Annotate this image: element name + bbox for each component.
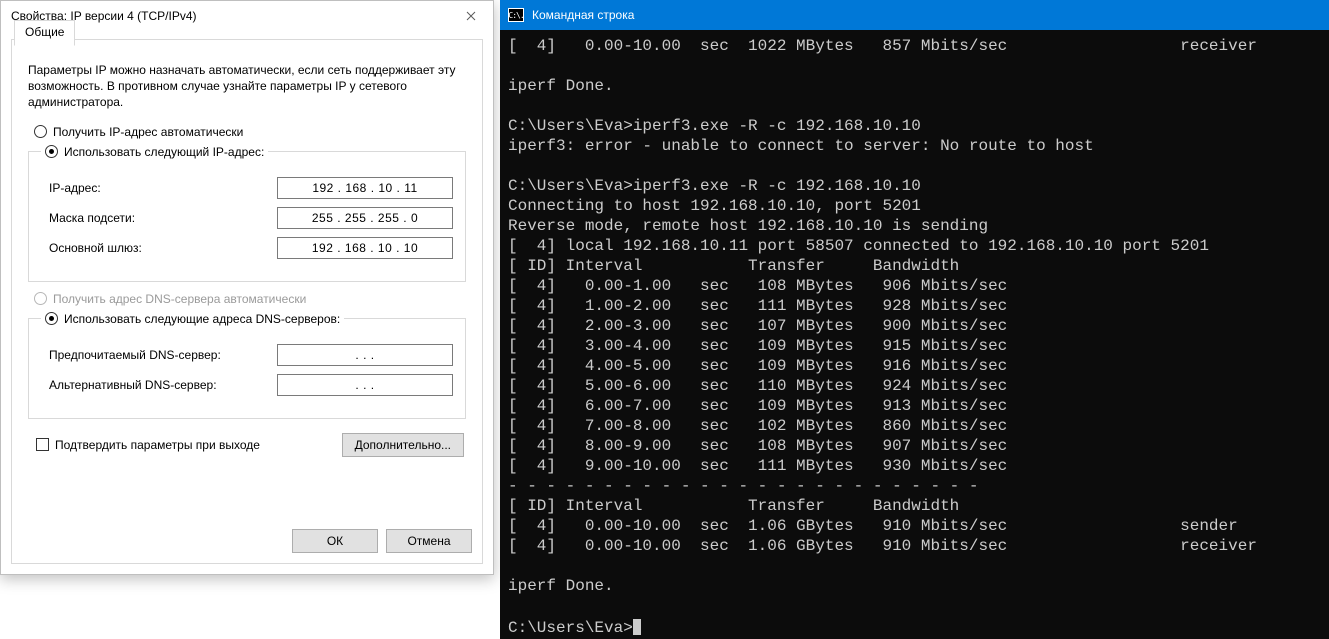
cmd-titlebar: C:\. Командная строка xyxy=(500,0,1329,30)
cmd-output[interactable]: [ 4] 0.00-10.00 sec 1022 MBytes 857 Mbit… xyxy=(500,30,1329,639)
close-icon xyxy=(466,11,476,21)
dns1-input[interactable]: . . . xyxy=(277,344,453,366)
radio-icon xyxy=(34,125,47,138)
cmd-icon: C:\. xyxy=(508,8,524,22)
subnet-mask-input[interactable]: 255 . 255 . 255 . 0 xyxy=(277,207,453,229)
radio-icon xyxy=(34,292,47,305)
radio-manual-dns-label: Использовать следующие адреса DNS-сервер… xyxy=(64,312,340,326)
gateway-input[interactable]: 192 . 168 . 10 . 10 xyxy=(277,237,453,259)
radio-auto-ip-label: Получить IP-адрес автоматически xyxy=(53,125,243,139)
subnet-mask-label: Маска подсети: xyxy=(41,211,135,225)
ip-address-input[interactable]: 192 . 168 . 10 . 11 xyxy=(277,177,453,199)
cancel-button[interactable]: Отмена xyxy=(386,529,472,553)
close-button[interactable] xyxy=(449,2,493,30)
dns2-label: Альтернативный DNS-сервер: xyxy=(41,378,217,392)
ok-button[interactable]: ОК xyxy=(292,529,378,553)
cursor xyxy=(633,619,641,635)
radio-manual-ip-label: Использовать следующий IP-адрес: xyxy=(64,145,264,159)
dialog-footer: ОК Отмена xyxy=(292,529,472,553)
confirm-checkbox-label: Подтвердить параметры при выходе xyxy=(55,438,260,452)
radio-auto-dns: Получить адрес DNS-сервера автоматически xyxy=(34,292,466,306)
radio-manual-ip[interactable]: Использовать следующий IP-адрес: xyxy=(41,145,268,159)
ip-group: Использовать следующий IP-адрес: IP-адре… xyxy=(28,145,466,282)
dialog-inner: Параметры IP можно назначать автоматичес… xyxy=(12,40,482,469)
cmd-title: Командная строка xyxy=(532,8,634,22)
tab-strip: Общие xyxy=(14,38,75,64)
ip-address-label: IP-адрес: xyxy=(41,181,101,195)
dialog-body: Общие Параметры IP можно назначать автом… xyxy=(11,39,483,564)
dns1-label: Предпочитаемый DNS-сервер: xyxy=(41,348,221,362)
gateway-label: Основной шлюз: xyxy=(41,241,142,255)
radio-auto-dns-label: Получить адрес DNS-сервера автоматически xyxy=(53,292,306,306)
dns-group: Использовать следующие адреса DNS-сервер… xyxy=(28,312,466,419)
radio-icon xyxy=(45,312,58,325)
command-prompt-window: C:\. Командная строка [ 4] 0.00-10.00 se… xyxy=(500,0,1329,639)
radio-auto-ip[interactable]: Получить IP-адрес автоматически xyxy=(34,125,466,139)
ipv4-properties-dialog: Свойства: IP версии 4 (TCP/IPv4) Общие П… xyxy=(0,0,494,575)
dns2-input[interactable]: . . . xyxy=(277,374,453,396)
advanced-button[interactable]: Дополнительно... xyxy=(342,433,464,457)
tab-general[interactable]: Общие xyxy=(14,20,75,46)
confirm-checkbox[interactable] xyxy=(36,438,49,451)
description-text: Параметры IP можно назначать автоматичес… xyxy=(28,62,466,111)
radio-manual-dns[interactable]: Использовать следующие адреса DNS-сервер… xyxy=(41,312,344,326)
radio-icon xyxy=(45,145,58,158)
